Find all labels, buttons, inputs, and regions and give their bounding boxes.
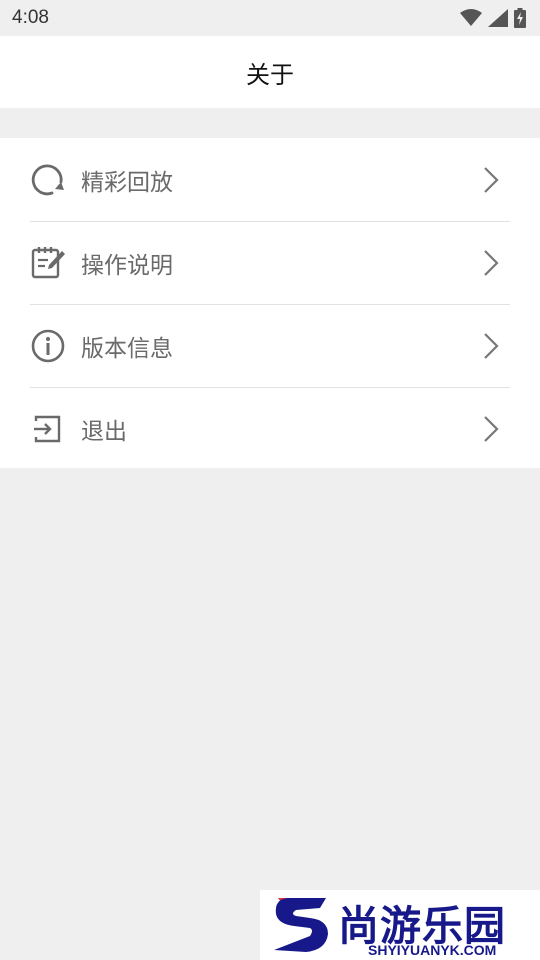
- info-icon: [30, 328, 66, 364]
- status-bar: 4:08: [0, 0, 540, 36]
- watermark: 尚游乐园 SHYIYUANYK.COM: [260, 890, 540, 960]
- menu-item-replay[interactable]: 精彩回放: [0, 138, 540, 221]
- chevron-right-icon: [480, 331, 502, 361]
- menu-item-label: 精彩回放: [81, 169, 173, 196]
- chevron-right-icon: [480, 248, 502, 278]
- menu-item-version[interactable]: 版本信息: [0, 304, 540, 387]
- menu-item-label: 版本信息: [81, 335, 173, 362]
- menu-item-label: 操作说明: [81, 252, 173, 279]
- brand-logo-icon: [270, 894, 332, 960]
- status-icons: [460, 8, 526, 28]
- menu-item-logout[interactable]: 退出: [0, 387, 540, 470]
- status-time: 4:08: [12, 7, 49, 28]
- menu-item-label: 退出: [81, 418, 127, 445]
- replay-icon: [30, 162, 66, 198]
- title-bar: 关于: [0, 36, 540, 108]
- menu-item-instructions[interactable]: 操作说明: [0, 221, 540, 304]
- brand-name-en: SHYIYUANYK.COM: [368, 942, 497, 958]
- exit-icon: [30, 411, 66, 447]
- edit-note-icon: [30, 245, 66, 281]
- signal-icon: [488, 9, 508, 27]
- page-title: 关于: [246, 60, 294, 89]
- wifi-icon: [460, 9, 482, 27]
- chevron-right-icon: [480, 165, 502, 195]
- settings-menu: 精彩回放 操作说明 版本信息 退出: [0, 138, 540, 468]
- battery-charging-icon: [514, 8, 526, 28]
- chevron-right-icon: [480, 414, 502, 444]
